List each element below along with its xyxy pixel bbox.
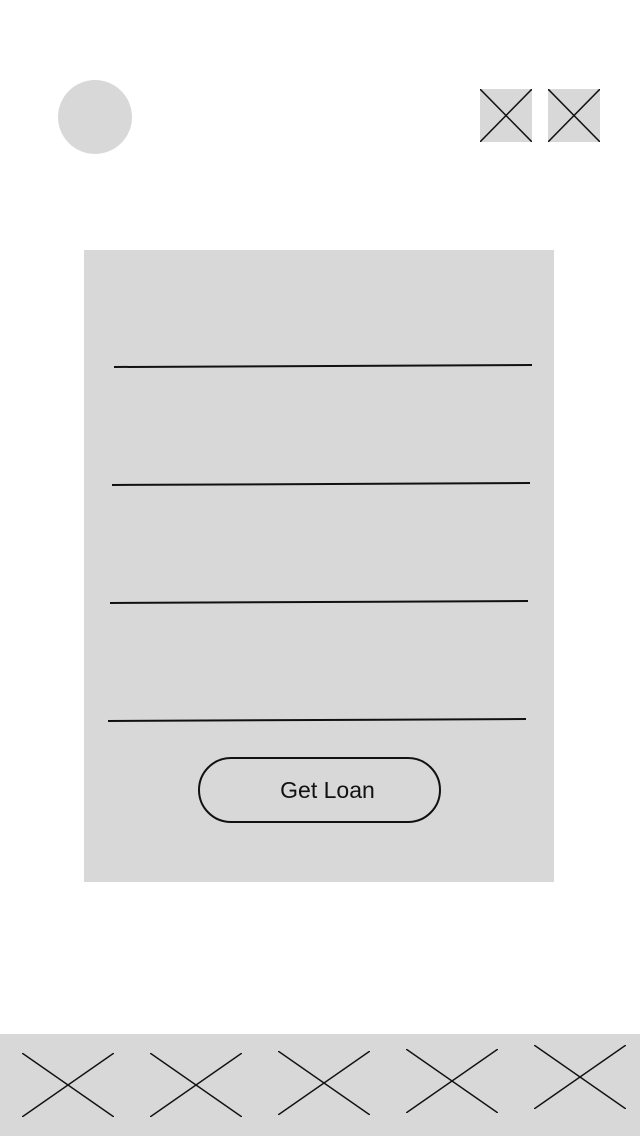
- avatar[interactable]: [58, 80, 132, 154]
- get-loan-label: Get Loan: [280, 776, 375, 803]
- input-field-3[interactable]: [109, 600, 529, 604]
- image-placeholder-icon[interactable]: [480, 89, 532, 142]
- nav-tab-5-icon[interactable]: [534, 1045, 626, 1109]
- input-field-2[interactable]: [111, 482, 531, 486]
- bottom-nav: [0, 1034, 640, 1136]
- input-field-1[interactable]: [113, 364, 533, 368]
- image-placeholder-icon[interactable]: [548, 89, 600, 142]
- nav-tab-1-icon[interactable]: [22, 1053, 114, 1117]
- nav-tab-4-icon[interactable]: [406, 1049, 498, 1113]
- input-field-4[interactable]: [107, 718, 527, 722]
- get-loan-button[interactable]: Get Loan: [198, 757, 441, 823]
- nav-tab-2-icon[interactable]: [150, 1053, 242, 1117]
- nav-tab-3-icon[interactable]: [278, 1051, 370, 1115]
